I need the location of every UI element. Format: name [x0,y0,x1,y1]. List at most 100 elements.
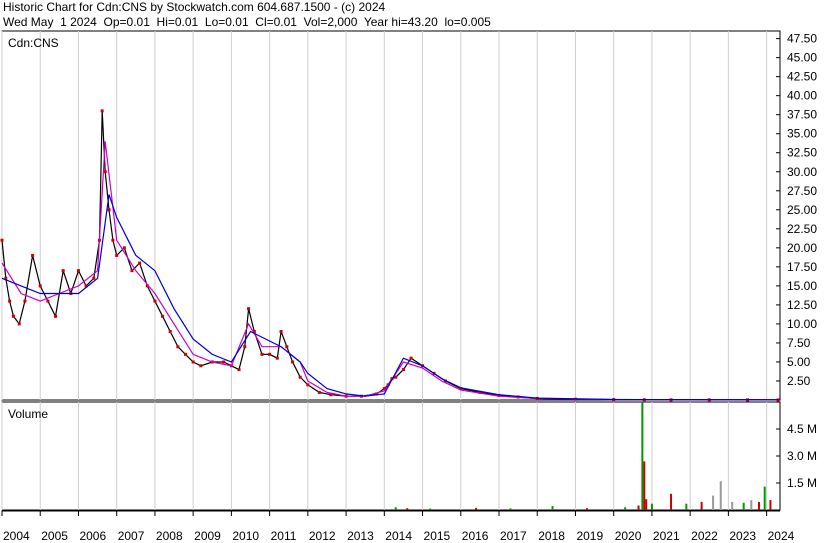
y-tick-label: 45.00 [787,51,817,65]
price-close-point [268,352,272,356]
price-close-point [0,238,4,242]
price-close-point [107,208,111,212]
price-close-point [8,299,12,303]
x-tick-label: 2005 [41,529,68,543]
price-close-point [92,276,96,280]
x-tick-label: 2006 [79,529,106,543]
x-tick-label: 2009 [194,529,221,543]
y-tick-label: 42.50 [787,70,817,84]
price-close-point [285,345,289,349]
x-tick-label: 2024 [768,529,795,543]
price-close-point [279,330,283,334]
x-tick-label: 2004 [3,529,30,543]
price-close-point [138,261,142,265]
y-tick-label: 35.00 [787,127,817,141]
price-axis: 2.50 5.00 7.50 10.00 12.50 15.00 17.50 20.00 22.… [776,32,817,388]
price-close-point [17,322,21,326]
volume-bar [757,501,760,510]
price-close-point [260,352,264,356]
x-tick-label: 2023 [729,529,756,543]
volume-bar [645,499,648,510]
chart-canvas: 2.50 5.00 7.50 10.00 12.50 15.00 17.50 20.00 22.… [0,30,817,543]
price-close-point [176,345,180,349]
x-tick-label: 2016 [462,529,489,543]
price-close-point [111,238,115,242]
volume-bar [509,508,512,510]
volume-bar [685,503,688,510]
volume-bar [650,503,653,510]
price-close-point [38,284,42,288]
price-close-point [31,253,35,257]
y-tick-label: 4.5 M [787,422,817,436]
price-close-point [46,299,50,303]
y-tick-label: 25.00 [787,203,817,217]
price-close-point [191,360,195,364]
price-close-point [306,383,310,387]
volume-bar [750,500,753,510]
x-tick-label: 2010 [232,529,259,543]
y-tick-label: 3.0 M [787,449,817,463]
y-tick-label: 5.00 [787,355,811,369]
volume-bar [731,501,734,510]
price-close-point [199,364,203,368]
volume-bar [719,481,722,510]
volume-bar [429,508,432,510]
y-tick-label: 20.00 [787,241,817,255]
volume-bar [641,402,644,510]
price-close-point [168,330,172,334]
volume-bar [585,508,588,510]
y-tick-label: 10.00 [787,317,817,331]
price-close-point [222,360,226,364]
y-tick-label: 2.50 [787,374,811,388]
price-close-point [409,356,413,360]
volume-bar [624,507,627,510]
volume-bar [394,507,397,510]
x-tick-label: 2014 [385,529,412,543]
volume-gridlines [1,402,768,510]
x-tick-label: 2007 [118,529,145,543]
x-tick-label: 2008 [156,529,183,543]
volume-bar [551,506,554,510]
y-tick-label: 22.50 [787,222,817,236]
x-tick-label: 2020 [615,529,642,543]
volume-axis: 1.5 M 3.0 M 4.5 M [776,422,817,490]
x-tick-label: 2012 [309,529,336,543]
price-close-point [291,360,295,364]
price-gridlines [1,31,768,400]
x-tick-label: 2011 [271,529,297,543]
volume-bar [700,501,703,510]
price-close-point [100,109,104,113]
price-close-point [103,170,107,174]
y-tick-label: 30.00 [787,165,817,179]
volume-bar [712,495,715,510]
volume-bar [763,486,766,510]
y-tick-label: 40.00 [787,89,817,103]
x-tick-label: 2017 [500,529,527,543]
volume-bar [769,500,772,510]
price-close-point [76,269,80,273]
price-close-point [243,345,247,349]
volume-panel [1,401,781,511]
price-close-point [54,314,58,318]
x-tick-label: 2021 [653,529,680,543]
price-panel [1,30,781,401]
x-axis-labels: 2004 2005 2006 2007 2008 2009 2010 2011 2012 2013… [1,511,795,543]
y-tick-label: 12.50 [787,298,817,312]
volume-bar [643,461,646,510]
x-tick-label: 2015 [424,529,451,543]
y-tick-label: 17.50 [787,260,817,274]
price-close-point [11,314,15,318]
volume-bar [475,507,478,510]
price-close-point [122,246,126,250]
y-tick-label: 32.50 [787,146,817,160]
x-tick-label: 2013 [347,529,374,543]
price-close-point [61,269,65,273]
volume-bar [406,508,409,510]
y-tick-label: 7.50 [787,336,811,350]
price-close-point [237,368,241,372]
price-close-point [23,299,27,303]
x-tick-label: 2018 [538,529,565,543]
y-tick-label: 15.00 [787,279,817,293]
y-tick-label: 27.50 [787,184,817,198]
price-close-point [275,356,279,360]
